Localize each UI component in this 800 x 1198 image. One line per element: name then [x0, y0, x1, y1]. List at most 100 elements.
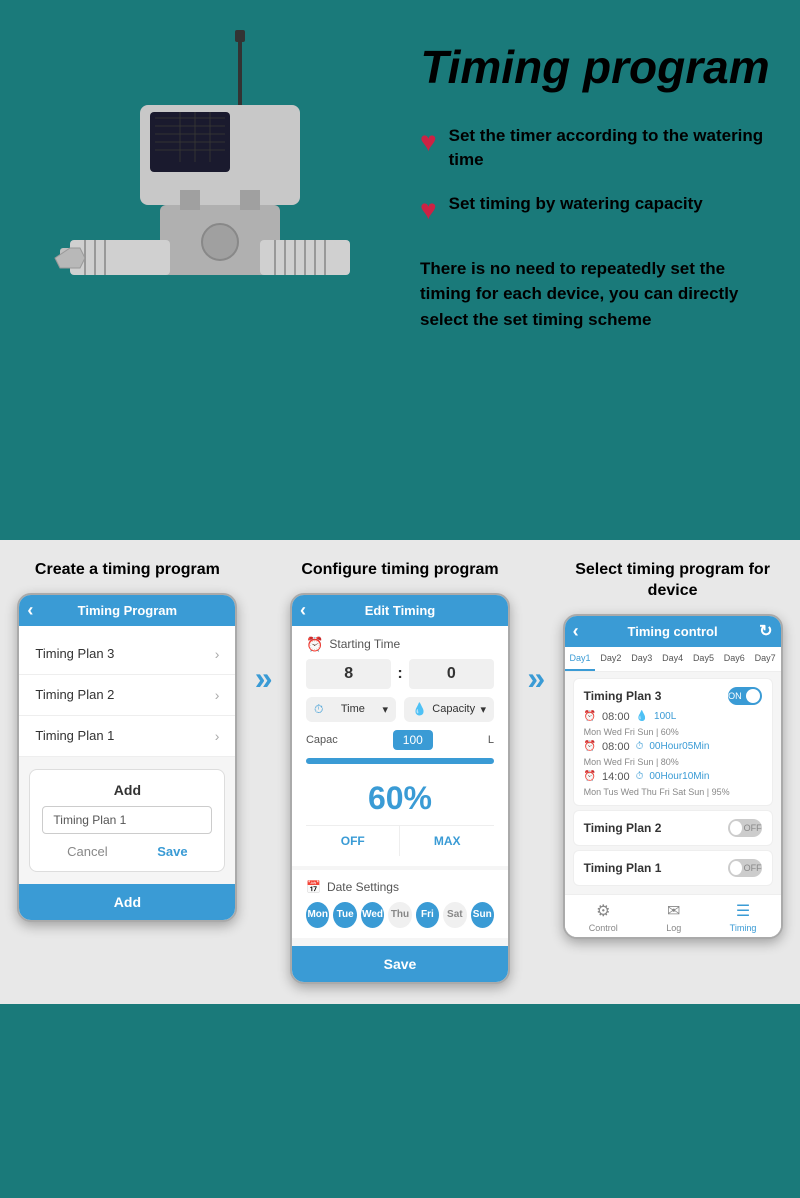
chevron-3: ›	[215, 646, 220, 662]
control-icon: ⚙	[596, 901, 610, 921]
sched-clock-2: ⏰	[584, 741, 596, 752]
tab-day5[interactable]: Day5	[688, 647, 719, 671]
add-dialog-title: Add	[42, 782, 212, 798]
refresh-icon[interactable]: ↻	[759, 621, 772, 641]
max-button[interactable]: MAX	[400, 826, 494, 856]
schedule-item-3: ⏰ 14:00 ⏱ 00Hour10Min	[584, 771, 762, 783]
sched-clock-3: ⏰	[584, 771, 596, 782]
sched-days-3: Mon Tus Wed Thu Fri Sat Sun | 95%	[584, 787, 762, 797]
day-tabs: Day1 Day2 Day3 Day4 Day5 Day6 Day7	[565, 647, 781, 672]
plan-2-name: Timing Plan 2	[584, 821, 662, 835]
save-button[interactable]: Save	[157, 844, 187, 859]
day-wed[interactable]: Wed	[361, 902, 384, 928]
feature-text-1: Set the timer according to the watering …	[449, 124, 770, 172]
phone-1-body: Timing Plan 3 › Timing Plan 2 › Timing P…	[19, 634, 235, 920]
date-settings-label: 📅 Date Settings	[306, 880, 494, 894]
arrow-1: »	[255, 660, 273, 697]
step-1-column: Create a timing program ‹ Timing Program…	[15, 560, 240, 922]
timing-list-item-1[interactable]: Timing Plan 1 ›	[19, 716, 235, 757]
capacity-prefix: Capac	[306, 734, 338, 746]
capacity-slider[interactable]	[306, 758, 494, 764]
clock-icon: ⏰	[306, 636, 323, 653]
nav-control[interactable]: ⚙ Control	[589, 901, 618, 933]
hour-box[interactable]: 8	[306, 659, 391, 689]
toggle-off-label-2: OFF	[744, 823, 762, 833]
starting-time-section: ⏰ Starting Time 8 : 0 ⏱ Time ▾	[292, 626, 508, 866]
dropdown-icon-capacity: ▾	[480, 703, 486, 716]
step-1-title: Create a timing program	[35, 560, 220, 581]
phone-3: ‹ Timing control ↻ Day1 Day2 Day3 Day4 D…	[563, 614, 783, 939]
day-mon[interactable]: Mon	[306, 902, 329, 928]
l-label: L	[488, 734, 494, 746]
sched-time-2: 08:00	[602, 741, 630, 753]
add-dialog: Add Timing Plan 1 Cancel Save	[29, 769, 225, 872]
capacity-value-box[interactable]: 100	[393, 730, 433, 750]
day-tue[interactable]: Tue	[333, 902, 356, 928]
add-dialog-buttons: Cancel Save	[42, 844, 212, 859]
plan-1-toggle[interactable]: OFF	[728, 859, 762, 877]
cancel-button[interactable]: Cancel	[67, 844, 107, 859]
plan-1-name: Timing Plan 1	[584, 861, 662, 875]
tab-day3[interactable]: Day3	[626, 647, 657, 671]
tab-day4[interactable]: Day4	[657, 647, 688, 671]
phone-3-title: Timing control	[628, 624, 718, 639]
plan-1-row: Timing Plan 1 OFF	[573, 850, 773, 886]
add-dialog-input[interactable]: Timing Plan 1	[42, 806, 212, 834]
tab-day1[interactable]: Day1	[565, 647, 596, 671]
timing-list-item-2[interactable]: Timing Plan 2 ›	[19, 675, 235, 716]
sched-days-2: Mon Wed Fri Sun | 80%	[584, 757, 762, 767]
time-type-btn[interactable]: ⏱ Time ▾	[306, 697, 396, 722]
back-arrow-1[interactable]: ‹	[27, 600, 33, 621]
day-fri[interactable]: Fri	[416, 902, 439, 928]
days-row: Mon Tue Wed Thu Fri Sat Sun	[306, 902, 494, 928]
plan-3-row: Timing Plan 3 ON ⏰ 08:00 💧 100L Mon Wed …	[573, 678, 773, 806]
back-arrow-2[interactable]: ‹	[300, 600, 306, 621]
capacity-type-btn[interactable]: 💧 Capacity ▾	[404, 697, 494, 722]
day-thu[interactable]: Thu	[388, 902, 411, 928]
type-row: ⏱ Time ▾ 💧 Capacity ▾	[306, 697, 494, 722]
tab-day2[interactable]: Day2	[595, 647, 626, 671]
phone-1: ‹ Timing Program Timing Plan 3 › Timing …	[17, 593, 237, 922]
feature-item-2: ♥ Set timing by watering capacity	[420, 192, 770, 226]
step-3-column: Select timing program for device ‹ Timin…	[560, 560, 785, 939]
day-sun[interactable]: Sun	[471, 902, 494, 928]
capacity-type-icon: 💧	[412, 702, 427, 716]
feature-text-2: Set timing by watering capacity	[449, 192, 703, 216]
nav-log[interactable]: ✉ Log	[666, 901, 681, 933]
timing-list: Timing Plan 3 › Timing Plan 2 › Timing P…	[19, 634, 235, 757]
day-sat[interactable]: Sat	[443, 902, 466, 928]
tab-day6[interactable]: Day6	[719, 647, 750, 671]
step-3-title: Select timing program for device	[560, 560, 785, 602]
tab-day7[interactable]: Day7	[750, 647, 781, 671]
phone-2-save-button[interactable]: Save	[292, 946, 508, 982]
phone-1-title: Timing Program	[78, 603, 177, 618]
sched-days-1: Mon Wed Fri Sun | 60%	[584, 727, 762, 737]
plan-2-toggle[interactable]: OFF	[728, 819, 762, 837]
toggle-on-label: ON	[728, 691, 742, 701]
chevron-1: ›	[215, 728, 220, 744]
right-content: Timing program ♥ Set the timer according…	[400, 30, 770, 332]
time-colon: :	[397, 665, 402, 683]
main-title: Timing program	[420, 40, 770, 94]
chevron-2: ›	[215, 687, 220, 703]
plan-3-header: Timing Plan 3 ON	[584, 687, 762, 705]
plan-3-toggle[interactable]: ON	[728, 687, 762, 705]
plan-3-name: Timing Plan 3	[584, 689, 662, 703]
nav-timing[interactable]: ☰ Timing	[730, 901, 757, 933]
add-button[interactable]: Add	[19, 884, 235, 920]
schedule-item-1: ⏰ 08:00 💧 100L	[584, 711, 762, 723]
minute-box[interactable]: 0	[409, 659, 494, 689]
timing-icon: ☰	[736, 901, 750, 921]
log-icon: ✉	[667, 901, 680, 921]
step-2-column: Configure timing program ‹ Edit Timing ⏰…	[288, 560, 513, 984]
sched-volume-1: 100L	[654, 711, 676, 722]
back-arrow-3[interactable]: ‹	[573, 621, 579, 642]
off-button[interactable]: OFF	[306, 826, 401, 856]
timing-list-item-3[interactable]: Timing Plan 3 ›	[19, 634, 235, 675]
toggle-knob-on	[746, 689, 760, 703]
heart-icon-1: ♥	[420, 126, 437, 158]
toggle-knob-off-1	[730, 861, 742, 875]
phone-2-body: ⏰ Starting Time 8 : 0 ⏱ Time ▾	[292, 626, 508, 982]
device-image	[20, 30, 400, 410]
off-max-row: OFF MAX	[306, 825, 494, 856]
